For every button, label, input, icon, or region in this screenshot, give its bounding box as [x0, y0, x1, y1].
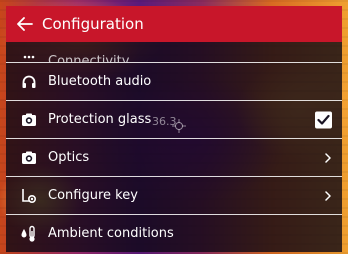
- chevron-right-icon: [325, 190, 331, 201]
- menu-item-label: Configure key: [48, 188, 138, 203]
- page-title: Configuration: [42, 15, 144, 33]
- menu-item-label: Protection glass: [48, 112, 152, 127]
- camera-icon: [20, 111, 38, 129]
- back-button[interactable]: [14, 17, 36, 31]
- headphones-icon: [20, 73, 38, 91]
- menu-item-protection-glass[interactable]: Protection glass: [6, 101, 342, 139]
- menu-item-configure-key[interactable]: Configure key: [6, 177, 342, 215]
- configuration-menu: Connectivity Bluetooth audio Protection …: [6, 42, 342, 252]
- checkmark-icon: [317, 114, 330, 125]
- arrow-left-icon: [17, 17, 33, 31]
- menu-item-connectivity[interactable]: Connectivity: [6, 42, 342, 63]
- menu-item-ambient-conditions[interactable]: Ambient conditions: [6, 215, 342, 252]
- configure-key-icon: [20, 187, 38, 205]
- menu-item-label: Connectivity: [48, 54, 130, 63]
- camera-icon: [20, 149, 38, 167]
- header-bar: Configuration: [6, 6, 342, 42]
- menu-item-label: Bluetooth audio: [48, 74, 152, 89]
- thermometer-drop-icon: [20, 225, 38, 243]
- chevron-right-icon: [325, 152, 331, 163]
- menu-item-optics[interactable]: Optics: [6, 139, 342, 177]
- menu-item-bluetooth-audio[interactable]: Bluetooth audio: [6, 63, 342, 101]
- protection-glass-checkbox[interactable]: [315, 111, 332, 128]
- menu-item-label: Optics: [48, 150, 90, 165]
- menu-item-label: Ambient conditions: [48, 226, 174, 241]
- connectivity-icon: [20, 44, 38, 62]
